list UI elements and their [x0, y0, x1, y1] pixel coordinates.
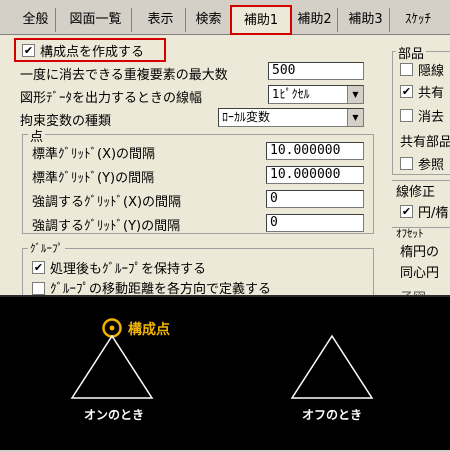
grid-y-input[interactable]: 10.000000	[266, 166, 364, 184]
line-fix-title: 線修正	[396, 185, 436, 200]
circle-ellipse-label: 円/楕	[418, 206, 449, 221]
target-dot-icon	[109, 325, 115, 331]
grid-x-input[interactable]: 10.000000	[266, 142, 364, 160]
tab-sketch[interactable]: ｽｹｯﾁ	[394, 8, 442, 32]
offset-line-1: 楕円の	[400, 245, 440, 260]
constraint-select[interactable]: ﾛｰｶﾙ変数 ▼	[218, 108, 364, 127]
tab-search[interactable]: 検索	[186, 8, 232, 32]
hidden-line-label: 隠線	[418, 64, 445, 79]
tab-display[interactable]: 表示	[136, 8, 186, 32]
erase-checkbox[interactable]	[400, 109, 413, 122]
chevron-down-icon[interactable]: ▼	[347, 86, 363, 103]
on-caption: オンのとき	[84, 408, 145, 422]
max-duplicate-label: 一度に消去できる重複要素の最大数	[20, 68, 228, 83]
emphasis-grid-y-input[interactable]: 0	[266, 214, 364, 232]
tab-label: 全般	[22, 12, 49, 27]
tab-label: 補助2	[297, 12, 332, 27]
group-move-checkbox[interactable]	[32, 282, 45, 295]
erase-label: 消去	[418, 110, 445, 125]
hidden-line-checkbox[interactable]	[400, 63, 413, 76]
tab-label: 図面一覧	[69, 12, 122, 27]
illustration-overlay: 構成点 オンのとき オフのとき	[0, 295, 450, 450]
keep-group-label: 処理後もｸﾞﾙｰﾌﾟを保持する	[50, 262, 207, 277]
chevron-down-icon[interactable]: ▼	[347, 109, 363, 126]
line-width-label: 図形ﾃﾞｰﾀを出力するときの線幅	[20, 91, 203, 106]
shared-checkbox[interactable]: ✔	[400, 85, 413, 98]
line-width-select[interactable]: 1ﾋﾟｸｾﾙ ▼	[268, 85, 364, 104]
circle-ellipse-checkbox[interactable]: ✔	[400, 205, 413, 218]
tab-assist1[interactable]: 補助1	[230, 5, 292, 35]
constraint-value: ﾛｰｶﾙ変数	[222, 110, 271, 124]
shared-label: 共有	[418, 86, 445, 101]
emphasis-grid-x-label: 強調するｸﾞﾘｯﾄﾞ(X)の間隔	[32, 195, 182, 210]
reference-checkbox[interactable]	[400, 157, 413, 170]
keep-group-checkbox[interactable]: ✔	[32, 261, 45, 274]
triangle-on-icon	[70, 334, 154, 399]
emphasis-grid-y-label: 強調するｸﾞﾘｯﾄﾞ(Y)の間隔	[32, 219, 181, 234]
max-duplicate-input[interactable]: 500	[268, 62, 364, 80]
tab-label: 検索	[195, 12, 222, 27]
tab-label: 補助1	[243, 13, 279, 28]
line-width-value: 1ﾋﾟｸｾﾙ	[272, 87, 310, 101]
construction-point-checkbox[interactable]: ✔	[22, 44, 35, 57]
tab-label: 表示	[147, 12, 174, 27]
group-settings-title: ｸﾞﾙｰﾌﾟ	[28, 240, 65, 256]
offset-line-2: 同心円	[400, 266, 440, 281]
triangle-off-icon	[290, 334, 374, 399]
offset-title: ｵﾌｾｯﾄ	[396, 227, 424, 240]
tab-label: 補助3	[348, 12, 383, 27]
shared-parts-title: 共有部品	[400, 135, 450, 150]
tab-drawing-list[interactable]: 図面一覧	[60, 8, 132, 32]
tab-label: ｽｹｯﾁ	[405, 12, 431, 27]
construction-point-caption: 構成点	[128, 322, 170, 338]
grid-y-label: 標準ｸﾞﾘｯﾄﾞ(Y)の間隔	[32, 171, 155, 186]
triangle-illustration	[70, 318, 374, 399]
tab-bar: 全般 図面一覧 表示 検索 補助1 補助2 補助3 ｽｹｯﾁ	[0, 0, 450, 35]
construction-point-label: 構成点を作成する	[40, 45, 145, 60]
emphasis-grid-x-input[interactable]: 0	[266, 190, 364, 208]
tab-assist3[interactable]: 補助3	[342, 8, 390, 32]
off-caption: オフのとき	[302, 408, 363, 422]
reference-label: 参照	[418, 158, 445, 173]
tab-assist2[interactable]: 補助2	[292, 8, 338, 32]
settings-panel: ✔ 構成点を作成する 一度に消去できる重複要素の最大数 500 図形ﾃﾞｰﾀを出…	[0, 34, 450, 308]
tab-general[interactable]: 全般	[16, 8, 56, 32]
grid-x-label: 標準ｸﾞﾘｯﾄﾞ(X)の間隔	[32, 147, 156, 162]
